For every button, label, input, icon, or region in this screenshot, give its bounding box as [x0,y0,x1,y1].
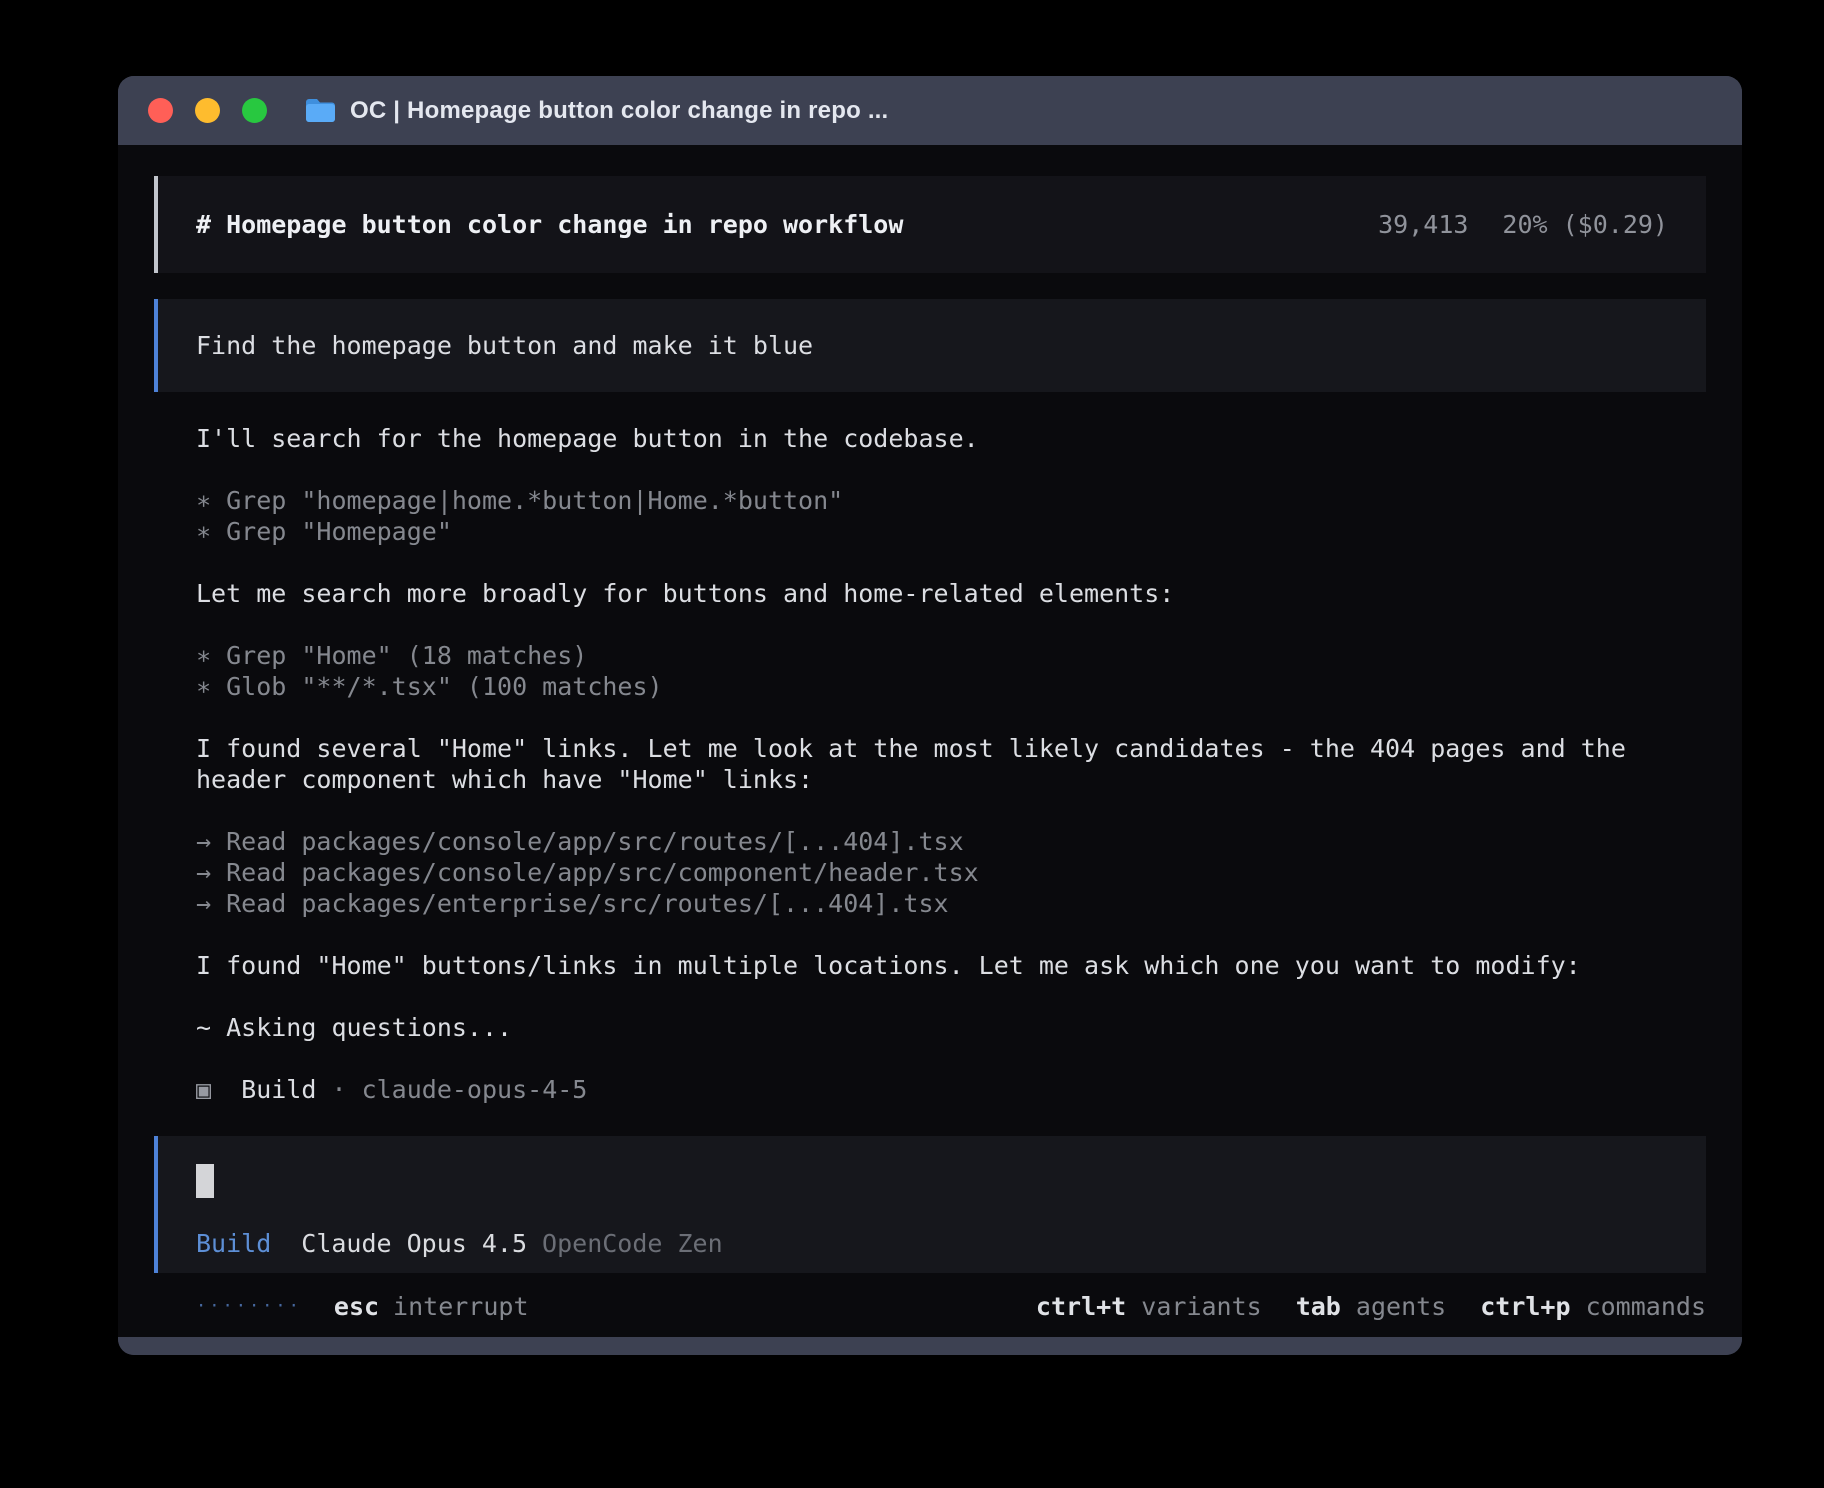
user-message-text: Find the homepage button and make it blu… [196,330,813,361]
terminal-window: OC | Homepage button color change in rep… [118,76,1742,1355]
transcript-line: ~ Asking questions... [196,1012,1706,1043]
shortcut-agents: tab agents [1296,1291,1447,1322]
transcript: I'll search for the homepage button in t… [154,392,1706,1105]
transcript-line [196,702,1706,733]
transcript-line: I found several "Home" links. Let me loo… [196,733,1706,795]
shortcut-commands: ctrl+p commands [1480,1291,1706,1322]
transcript-line: I'll search for the homepage button in t… [196,423,1706,454]
agent-mode[interactable]: Build [196,1228,271,1259]
transcript-line [196,919,1706,950]
transcript-line: Let me search more broadly for buttons a… [196,578,1706,609]
transcript-line: → Read packages/console/app/src/routes/[… [196,826,1706,857]
transcript-line: → Read packages/console/app/src/componen… [196,857,1706,888]
statusbar-shortcuts: ctrl+t variants tab agents ctrl+p commands [1002,1291,1706,1322]
terminal-content: # Homepage button color change in repo w… [118,145,1742,1337]
esc-key-hint: esc [334,1291,379,1322]
transcript-line: → Read packages/enterprise/src/routes/[.… [196,888,1706,919]
window-titlebar[interactable]: OC | Homepage button color change in rep… [118,76,1742,145]
transcript-line [196,609,1706,640]
context-cost: 20% ($0.29) [1502,209,1668,240]
minimize-button[interactable] [195,98,220,123]
transcript-line: ∗ Grep "Home" (18 matches) [196,640,1706,671]
model-name[interactable]: Claude Opus 4.5 [301,1228,527,1259]
transcript-line: ∗ Grep "Homepage" [196,516,1706,547]
model-row: Build Claude Opus 4.5 OpenCode Zen [196,1228,1668,1259]
session-header: # Homepage button color change in repo w… [154,176,1706,273]
model-provider: OpenCode Zen [542,1228,723,1259]
shortcut-variants: ctrl+t variants [1036,1291,1262,1322]
transcript-line: ▣ Build · claude-opus-4-5 [196,1074,1706,1105]
status-left: ········ esc interrupt [196,1291,529,1322]
traffic-lights [148,98,267,123]
window-title: OC | Homepage button color change in rep… [350,97,888,125]
transcript-line: ∗ Glob "**/*.tsx" (100 matches) [196,671,1706,702]
transcript-line: ∗ Grep "homepage|home.*button|Home.*butt… [196,485,1706,516]
close-button[interactable] [148,98,173,123]
transcript-line [196,1043,1706,1074]
user-message: Find the homepage button and make it blu… [154,299,1706,392]
interrupt-label: interrupt [393,1291,528,1322]
transcript-line [196,795,1706,826]
zoom-button[interactable] [242,98,267,123]
session-meta: 39,413 20% ($0.29) [1378,209,1668,240]
folder-icon [305,98,336,123]
transcript-line [196,454,1706,485]
text-cursor [196,1164,214,1198]
transcript-line: I found "Home" buttons/links in multiple… [196,950,1706,981]
prompt-input[interactable]: Build Claude Opus 4.5 OpenCode Zen [154,1136,1706,1273]
transcript-line [196,547,1706,578]
session-title: # Homepage button color change in repo w… [196,209,903,240]
token-count: 39,413 [1378,209,1468,240]
status-bar: ········ esc interrupt ctrl+t variants ta… [154,1291,1706,1322]
spinner-dots: ········ [196,1291,302,1322]
window-bottom-edge [118,1337,1742,1355]
title-group: OC | Homepage button color change in rep… [305,97,888,125]
transcript-line [196,981,1706,1012]
